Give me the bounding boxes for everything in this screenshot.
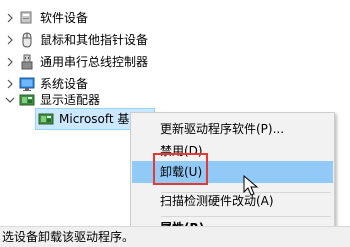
chevron-right-icon[interactable] (4, 12, 16, 24)
menu-item-label: 更新驱动程序软件(P)... (160, 122, 285, 136)
menu-item-update-driver[interactable]: 更新驱动程序软件(P)... (132, 118, 333, 140)
annotation-highlight-box (153, 153, 208, 185)
chevron-down-icon[interactable] (4, 94, 16, 106)
chevron-right-icon[interactable] (4, 56, 16, 68)
tree-item-label: Microsoft 基 (59, 112, 130, 126)
status-bar: 选设备卸载该驱动程序。 (0, 226, 350, 247)
menu-item-scan-hardware[interactable]: 扫描检测硬件改动(A) (132, 190, 333, 212)
display-adapter-icon (19, 94, 35, 106)
tree-item-usb-controllers[interactable]: 通用串行总线控制器 (0, 51, 300, 73)
tree-item-software-devices[interactable]: 软件设备 (0, 7, 300, 29)
usb-controller-icon (21, 54, 33, 70)
tree-item-mice[interactable]: 鼠标和其他指针设备 (0, 29, 300, 51)
tree-item-label: 软件设备 (40, 11, 89, 25)
status-text: 选设备卸载该驱动程序。 (2, 230, 135, 244)
mouse-cursor-icon (243, 175, 259, 196)
software-device-icon (20, 11, 32, 24)
tree-item-label: 鼠标和其他指针设备 (40, 33, 149, 47)
mouse-icon (22, 32, 32, 48)
display-adapter-icon (38, 113, 54, 125)
chevron-right-icon[interactable] (4, 34, 16, 46)
tree-item-label: 通用串行总线控制器 (40, 55, 149, 69)
